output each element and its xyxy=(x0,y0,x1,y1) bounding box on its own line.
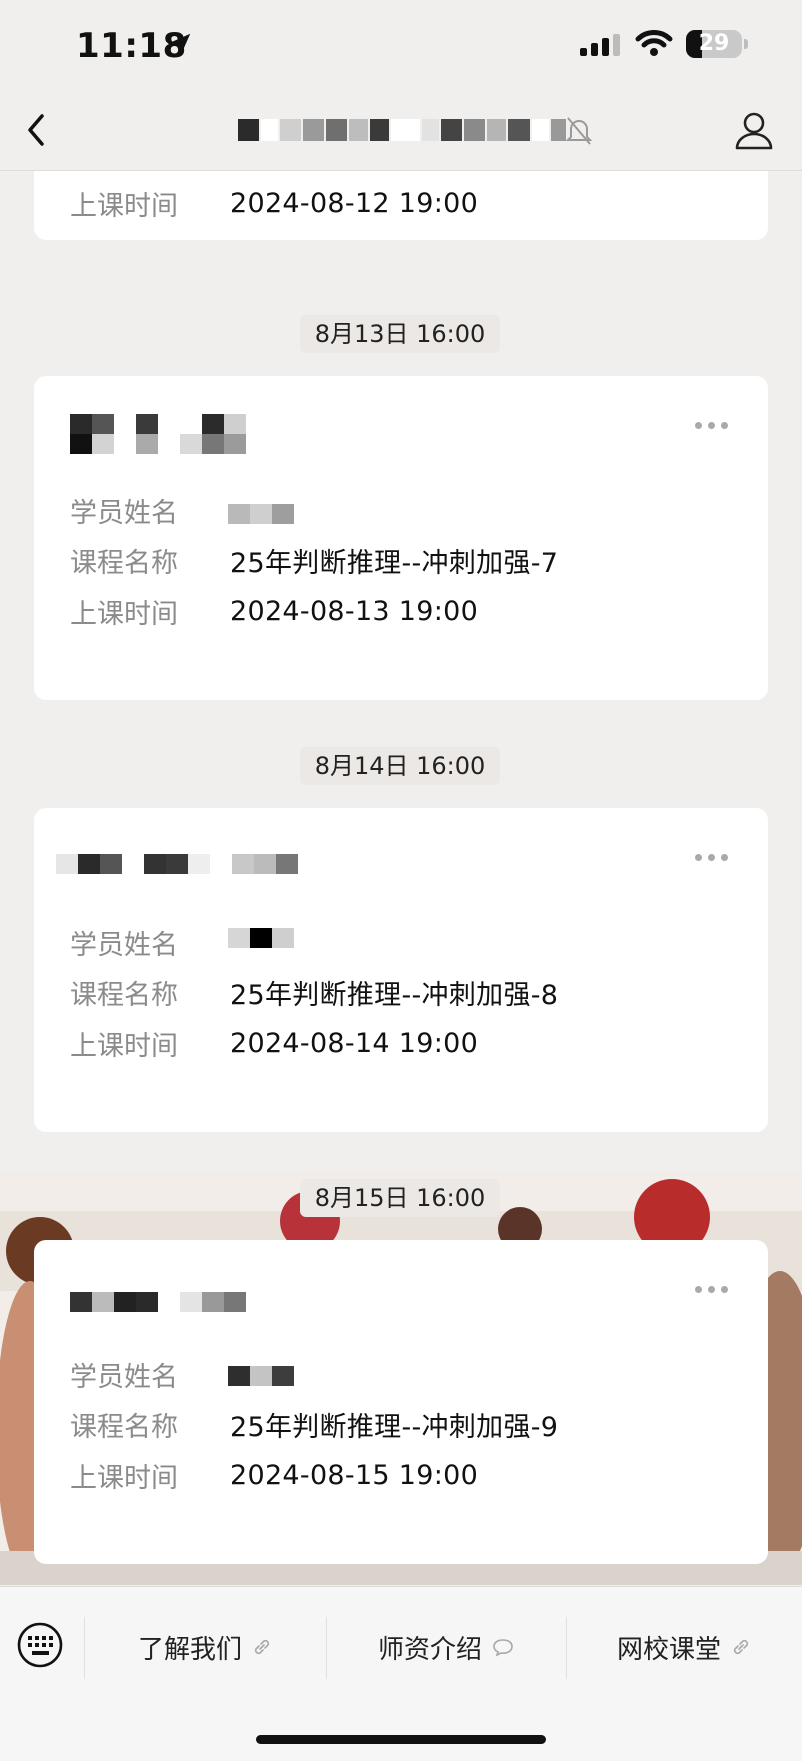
row-label: 上课时间 xyxy=(70,1030,178,1062)
profile-button[interactable] xyxy=(732,108,776,156)
official-account-menu: 了解我们 师资介绍 网校课堂 xyxy=(0,1586,802,1761)
row-label: 学员姓名 xyxy=(70,497,178,529)
row-value: 2024-08-14 19:00 xyxy=(230,1027,479,1059)
card-row: 课程名称 25年判断推理--冲刺加强-7 xyxy=(70,540,558,580)
sender-name-redacted xyxy=(70,1292,246,1312)
home-indicator[interactable] xyxy=(256,1735,546,1744)
keyboard-toggle-button[interactable] xyxy=(16,1617,64,1673)
chat-header xyxy=(0,92,802,171)
row-value: 2024-08-15 19:00 xyxy=(230,1459,479,1491)
cellular-signal-icon xyxy=(580,34,620,56)
menu-item-label: 了解我们 xyxy=(137,1634,242,1665)
location-arrow-icon xyxy=(164,30,194,64)
menu-item-online-class[interactable]: 网校课堂 xyxy=(566,1621,802,1673)
menu-item-about-us[interactable]: 了解我们 xyxy=(84,1621,326,1673)
person-icon xyxy=(735,112,773,150)
row-value: 2024-08-13 19:00 xyxy=(230,595,479,627)
student-name-redacted xyxy=(228,928,294,948)
row-label: 学员姓名 xyxy=(70,929,178,961)
link-icon xyxy=(254,1639,270,1655)
card-row: 上课时间 2024-08-12 19:00 xyxy=(70,183,478,223)
row-label: 上课时间 xyxy=(70,598,178,630)
chevron-left-icon xyxy=(28,114,44,146)
chat-bubble-icon xyxy=(493,1639,513,1657)
row-value: 25年判断推理--冲刺加强-8 xyxy=(230,979,559,1011)
battery-cap xyxy=(744,39,748,49)
battery-icon: 29 xyxy=(686,30,742,58)
status-bar: 11:18 29 xyxy=(0,0,802,92)
link-icon xyxy=(733,1639,749,1655)
wifi-icon xyxy=(634,28,674,62)
card-row: 课程名称 25年判断推理--冲刺加强-8 xyxy=(70,972,558,1012)
muted-bell-icon xyxy=(565,116,593,150)
student-name-redacted xyxy=(228,504,294,524)
menu-item-label: 师资介绍 xyxy=(377,1634,482,1665)
card-row: 学员姓名 xyxy=(70,1354,296,1394)
menu-item-label: 网校课堂 xyxy=(616,1634,721,1665)
more-options-button[interactable] xyxy=(695,422,728,429)
row-label: 上课时间 xyxy=(70,190,178,222)
sender-name-redacted xyxy=(56,854,298,874)
card-row: 学员姓名 xyxy=(70,490,296,530)
more-options-button[interactable] xyxy=(695,1286,728,1293)
row-label: 课程名称 xyxy=(70,1411,178,1443)
student-name-redacted xyxy=(228,1366,294,1386)
row-label: 上课时间 xyxy=(70,1462,178,1494)
sender-name-redacted-2 xyxy=(70,434,246,454)
menu-item-teachers[interactable]: 师资介绍 xyxy=(326,1621,566,1673)
schedule-card[interactable]: 学员姓名 课程名称 25年判断推理--冲刺加强-9 上课时间 2024-08-1… xyxy=(34,1240,768,1564)
more-options-button[interactable] xyxy=(695,854,728,861)
schedule-card[interactable]: 学员姓名 课程名称 25年判断推理--冲刺加强-7 上课时间 2024-08-1… xyxy=(34,376,768,700)
message-timestamp: 8月15日 16:00 xyxy=(300,1179,500,1217)
card-row: 上课时间 2024-08-15 19:00 xyxy=(70,1455,478,1495)
row-label: 课程名称 xyxy=(70,547,178,579)
back-button[interactable] xyxy=(22,110,52,154)
row-label: 学员姓名 xyxy=(70,1361,178,1393)
message-feed[interactable]: 上课时间 2024-08-12 19:00 8月13日 16:00 学员姓名 课… xyxy=(0,171,802,1585)
message-timestamp: 8月14日 16:00 xyxy=(300,747,500,785)
card-row: 课程名称 25年判断推理--冲刺加强-9 xyxy=(70,1404,558,1444)
card-row: 学员姓名 xyxy=(70,922,296,962)
sender-name-redacted xyxy=(70,414,246,434)
row-value: 25年判断推理--冲刺加强-7 xyxy=(230,547,559,579)
card-row: 上课时间 2024-08-14 19:00 xyxy=(70,1023,478,1063)
schedule-card[interactable]: 上课时间 2024-08-12 19:00 xyxy=(34,171,768,240)
keyboard-icon xyxy=(17,1622,63,1668)
schedule-card[interactable]: 学员姓名 课程名称 25年判断推理--冲刺加强-8 上课时间 2024-08-1… xyxy=(34,808,768,1132)
battery-percent: 29 xyxy=(698,31,730,56)
row-value: 25年判断推理--冲刺加强-9 xyxy=(230,1411,559,1443)
chat-title-redacted xyxy=(238,116,568,144)
row-value: 2024-08-12 19:00 xyxy=(230,187,479,219)
message-timestamp: 8月13日 16:00 xyxy=(300,315,500,353)
row-label: 课程名称 xyxy=(70,979,178,1011)
card-row: 上课时间 2024-08-13 19:00 xyxy=(70,591,478,631)
